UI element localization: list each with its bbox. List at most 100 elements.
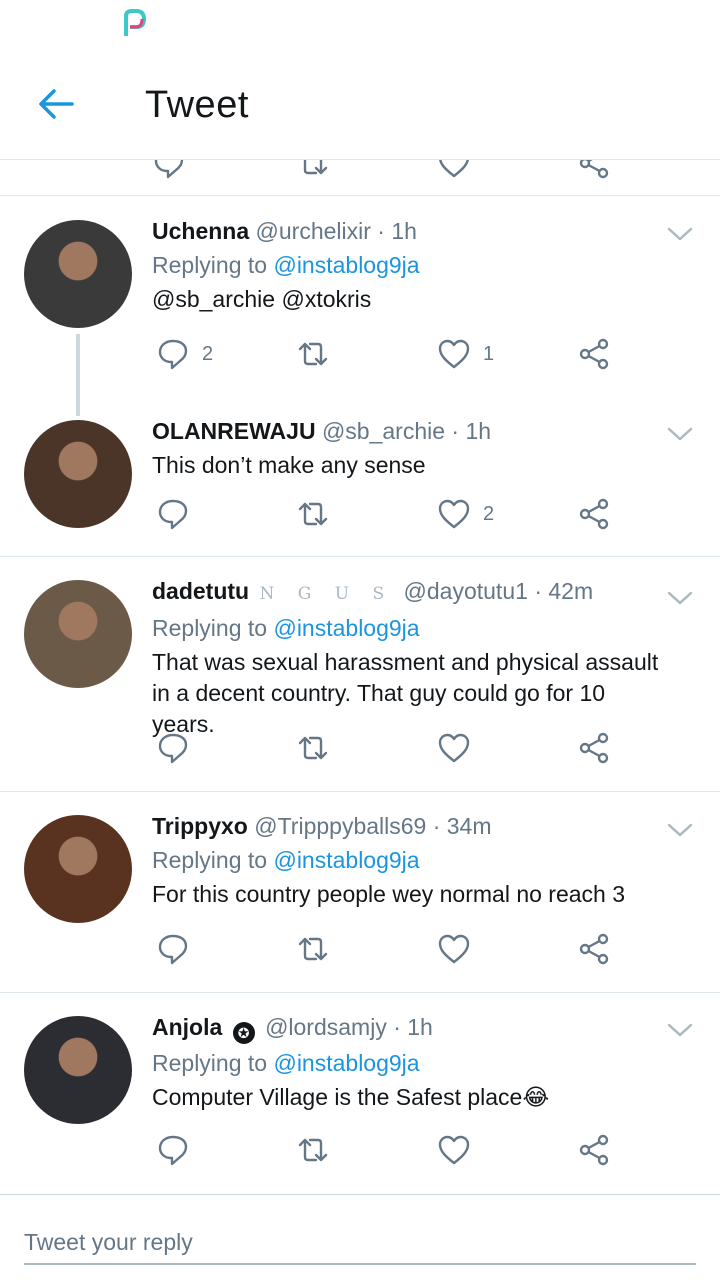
tweet[interactable]: Anjola ✪ @lordsamjy · 1h Replying to @in… — [152, 1012, 660, 1113]
avatar[interactable] — [24, 1016, 132, 1124]
tweet-actions: 2 1 — [152, 337, 622, 377]
reply-button[interactable] — [152, 160, 186, 180]
share-button[interactable] — [578, 731, 612, 765]
like-button[interactable] — [437, 731, 483, 765]
chevron-down-icon[interactable] — [666, 224, 694, 244]
display-name[interactable]: Anjola — [152, 1014, 222, 1040]
divider — [0, 992, 720, 993]
tweet[interactable]: Uchenna @urchelixir · 1h Replying to @in… — [152, 216, 660, 315]
share-icon — [579, 933, 609, 965]
tweet[interactable]: dadetutu N G U S @dayotutu1 · 42m Replyi… — [152, 576, 660, 740]
avatar[interactable] — [24, 220, 132, 328]
replying-to-handle[interactable]: @instablog9ja — [273, 615, 419, 641]
reply-button[interactable] — [156, 497, 202, 531]
app-notification-icon — [124, 9, 147, 36]
retweet-icon — [298, 502, 328, 526]
tweet-time: · 1h — [393, 1014, 433, 1040]
share-icon — [579, 338, 609, 370]
share-button[interactable] — [578, 932, 612, 966]
replying-to-label: Replying to — [152, 252, 268, 278]
replying-to-handle[interactable]: @instablog9ja — [273, 847, 419, 873]
tweet-actions: 2 — [152, 497, 622, 537]
previous-tweet-actions — [0, 160, 720, 196]
display-name[interactable]: Trippyxo — [152, 813, 248, 839]
reply-icon — [158, 499, 188, 530]
replying-to-handle[interactable]: @instablog9ja — [273, 252, 419, 278]
share-icon — [579, 732, 609, 764]
reply-button[interactable] — [156, 731, 202, 765]
like-count: 2 — [483, 502, 495, 525]
divider — [0, 791, 720, 792]
share-icon — [579, 160, 609, 179]
chevron-down-icon[interactable] — [666, 424, 694, 444]
chevron-down-icon[interactable] — [666, 820, 694, 840]
like-button[interactable] — [437, 932, 483, 966]
tweet-reply-input[interactable] — [24, 1221, 696, 1265]
like-button[interactable]: 1 — [437, 337, 494, 371]
reply-count: 2 — [202, 342, 214, 365]
user-handle[interactable]: @Tripppyballs69 — [254, 813, 426, 839]
chevron-down-icon[interactable] — [666, 588, 694, 608]
like-icon — [438, 499, 470, 529]
tweet[interactable]: Trippyxo @Tripppyballs69 · 34m Replying … — [152, 811, 660, 910]
like-icon — [438, 733, 470, 763]
retweet-icon — [303, 160, 328, 175]
like-button[interactable] — [437, 160, 471, 180]
chevron-down-icon[interactable] — [666, 1020, 694, 1040]
tweet-header: dadetutu N G U S @dayotutu1 · 42m — [152, 576, 660, 609]
tweet-time: · 34m — [432, 813, 492, 839]
replying-to-label: Replying to — [152, 1050, 268, 1076]
display-name[interactable]: dadetutu — [152, 578, 249, 604]
like-icon — [438, 1135, 470, 1165]
retweet-button[interactable] — [296, 731, 342, 765]
tweet-header: Trippyxo @Tripppyballs69 · 34m — [152, 811, 660, 841]
replying-to-handle[interactable]: @instablog9ja — [273, 1050, 419, 1076]
replying-to-label: Replying to — [152, 847, 268, 873]
reply-icon — [158, 339, 188, 370]
share-button[interactable] — [578, 337, 612, 371]
retweet-button[interactable] — [296, 932, 342, 966]
like-button[interactable]: 2 — [437, 497, 494, 531]
reply-button[interactable] — [156, 932, 202, 966]
tweet[interactable]: OLANREWAJU @sb_archie · 1h This don’t ma… — [152, 416, 660, 481]
retweet-icon — [298, 342, 328, 366]
tweet-header: Uchenna @urchelixir · 1h — [152, 216, 660, 246]
tweet-actions — [152, 1133, 622, 1173]
retweet-button[interactable] — [296, 497, 342, 531]
user-handle[interactable]: @lordsamjy — [265, 1014, 387, 1040]
user-handle[interactable]: @sb_archie — [322, 418, 445, 444]
display-name[interactable]: OLANREWAJU — [152, 418, 316, 444]
display-name[interactable]: Uchenna — [152, 218, 249, 244]
like-icon — [438, 934, 470, 964]
replying-to: Replying to @instablog9ja — [152, 613, 660, 643]
status-bar — [0, 0, 720, 50]
share-button[interactable] — [578, 497, 612, 531]
like-icon — [438, 339, 470, 369]
like-button[interactable] — [437, 1133, 483, 1167]
retweet-icon — [298, 736, 328, 760]
avatar[interactable] — [24, 815, 132, 923]
reply-button[interactable]: 2 — [156, 337, 213, 371]
avatar[interactable] — [24, 420, 132, 528]
user-handle[interactable]: @urchelixir — [256, 218, 371, 244]
tweet-text: Computer Village is the Safest place😂 — [152, 1084, 550, 1110]
tweet-header: OLANREWAJU @sb_archie · 1h — [152, 416, 660, 446]
retweet-button[interactable] — [296, 337, 342, 371]
share-icon — [579, 1134, 609, 1166]
tweet-text: For this country people wey normal no re… — [152, 881, 626, 907]
like-count: 1 — [483, 342, 495, 365]
user-handle[interactable]: @dayotutu1 — [404, 578, 528, 604]
name-decoration: N G U S — [259, 584, 394, 604]
top-app-bar: Tweet — [0, 50, 720, 160]
retweet-icon — [298, 937, 328, 961]
tweet-text: This don’t make any sense — [152, 452, 426, 478]
avatar[interactable] — [24, 580, 132, 688]
replying-to: Replying to @instablog9ja — [152, 845, 660, 875]
share-button[interactable] — [578, 160, 612, 180]
retweet-button[interactable] — [296, 160, 330, 180]
reply-button[interactable] — [156, 1133, 202, 1167]
share-button[interactable] — [578, 1133, 612, 1167]
retweet-button[interactable] — [296, 1133, 342, 1167]
tweet-time: · 42m — [534, 578, 594, 604]
back-arrow-icon[interactable] — [34, 82, 78, 126]
